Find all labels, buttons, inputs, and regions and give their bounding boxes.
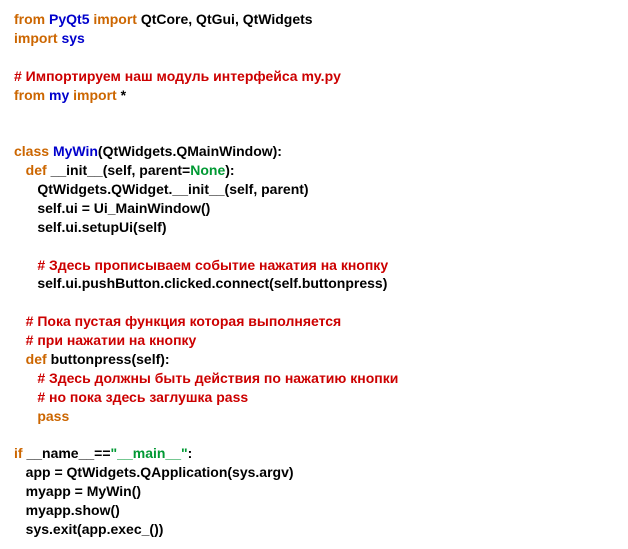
kw-pass: pass <box>37 408 69 424</box>
code-line: myapp = MyWin() <box>14 483 141 499</box>
code-line: if __name__=="__main__": <box>14 445 192 461</box>
module-sys: sys <box>61 30 84 46</box>
comment: # Здесь должны быть действия по нажатию … <box>37 370 398 386</box>
module-my: my <box>49 87 69 103</box>
kw-import: import <box>14 30 58 46</box>
import-star: * <box>121 87 126 103</box>
code-line: def buttonpress(self): <box>14 351 170 367</box>
kw-def: def <box>26 162 47 178</box>
code-line: app = QtWidgets.QApplication(sys.argv) <box>14 464 294 480</box>
code-line: sys.exit(app.exec_()) <box>14 521 163 537</box>
kw-import: import <box>73 87 117 103</box>
stmt: self.ui.pushButton.clicked.connect(self.… <box>37 275 387 291</box>
fn-init: __init__ <box>51 162 103 178</box>
code-line: def __init__(self, parent=None): <box>14 162 235 178</box>
code-line: QtWidgets.QWidget.__init__(self, parent) <box>14 181 309 197</box>
comment: # при нажатии на кнопку <box>26 332 197 348</box>
kw-from: from <box>14 87 45 103</box>
fn-buttonpress: buttonpress <box>51 351 132 367</box>
stmt: myapp.show() <box>26 502 120 518</box>
comment: # Пока пустая функция которая выполняетс… <box>26 313 342 329</box>
stmt: sys.exit(app.exec_()) <box>26 521 164 537</box>
const-none: None <box>190 162 225 178</box>
code-line: self.ui.setupUi(self) <box>14 219 166 235</box>
fn-close: ): <box>225 162 234 178</box>
code-line: from my import * <box>14 87 126 103</box>
code-line: # Импортируем наш модуль интерфейса my.p… <box>14 68 341 84</box>
kw-def: def <box>26 351 47 367</box>
code-line: myapp.show() <box>14 502 120 518</box>
kw-if: if <box>14 445 23 461</box>
fn-params: (self): <box>131 351 169 367</box>
code-line: # Здесь прописываем событие нажатия на к… <box>14 257 388 273</box>
colon: : <box>188 445 193 461</box>
kw-import: import <box>93 11 137 27</box>
stmt: myapp = MyWin() <box>26 483 141 499</box>
code-line: import sys <box>14 30 85 46</box>
name-dunder: __name__== <box>26 445 110 461</box>
code-block: from PyQt5 import QtCore, QtGui, QtWidge… <box>14 10 614 539</box>
comment: # Импортируем наш модуль интерфейса my.p… <box>14 68 341 84</box>
code-line: # при нажатии на кнопку <box>14 332 196 348</box>
class-name: MyWin <box>53 143 98 159</box>
comment: # но пока здесь заглушка pass <box>37 389 248 405</box>
code-line: self.ui = Ui_MainWindow() <box>14 200 210 216</box>
stmt: QtWidgets.QWidget.__init__(self, parent) <box>37 181 308 197</box>
fn-params: (self, parent= <box>103 162 191 178</box>
code-line: # Пока пустая функция которая выполняетс… <box>14 313 341 329</box>
stmt: self.ui.setupUi(self) <box>37 219 166 235</box>
code-line: self.ui.pushButton.clicked.connect(self.… <box>14 275 387 291</box>
comment: # Здесь прописываем событие нажатия на к… <box>37 257 388 273</box>
class-bases: (QtWidgets.QMainWindow): <box>98 143 282 159</box>
kw-from: from <box>14 11 45 27</box>
code-line: # но пока здесь заглушка pass <box>14 389 248 405</box>
kw-class: class <box>14 143 49 159</box>
import-names: QtCore, QtGui, QtWidgets <box>141 11 313 27</box>
code-line: class MyWin(QtWidgets.QMainWindow): <box>14 143 282 159</box>
stmt: self.ui = Ui_MainWindow() <box>37 200 210 216</box>
code-line: pass <box>14 408 69 424</box>
stmt: app = QtWidgets.QApplication(sys.argv) <box>26 464 294 480</box>
code-line: from PyQt5 import QtCore, QtGui, QtWidge… <box>14 11 313 27</box>
string-main: "__main__" <box>111 445 188 461</box>
code-line: # Здесь должны быть действия по нажатию … <box>14 370 398 386</box>
module-pyqt5: PyQt5 <box>49 11 89 27</box>
